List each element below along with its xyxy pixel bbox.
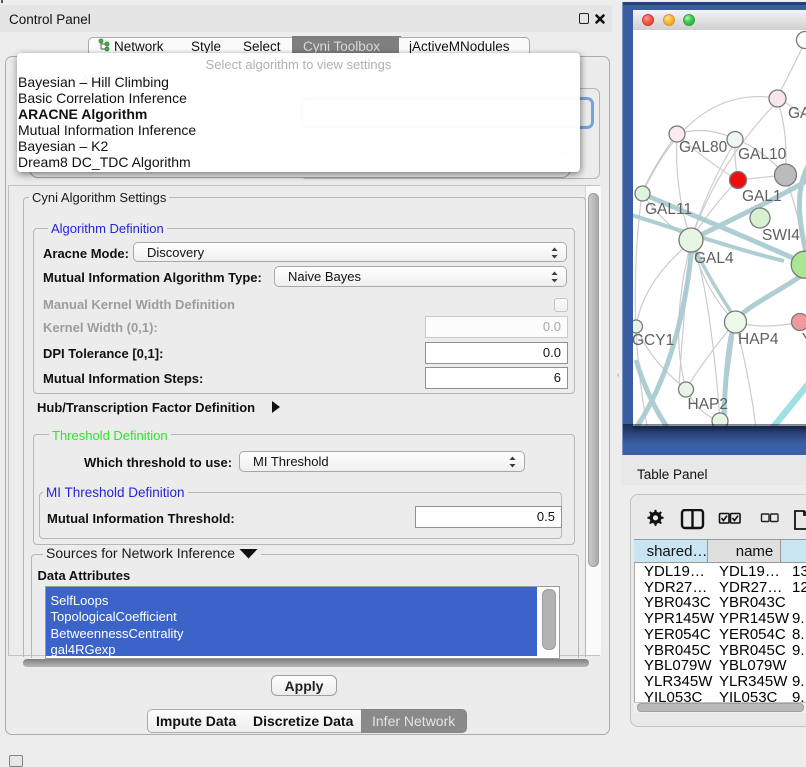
svg-text:Y: Y [802, 331, 806, 348]
svg-text:SWI4: SWI4 [762, 227, 800, 244]
svg-text:GAL4: GAL4 [694, 250, 734, 267]
svg-text:HAP2: HAP2 [688, 396, 729, 413]
svg-text:GCY1: GCY1 [633, 332, 674, 349]
svg-text:GAL10: GAL10 [738, 146, 787, 163]
svg-text:GAL11: GAL11 [645, 201, 692, 218]
svg-text:GAL1: GAL1 [742, 188, 782, 205]
svg-text:GAL7: GAL7 [788, 105, 806, 122]
svg-text:HAP4: HAP4 [738, 331, 779, 348]
svg-text:GAL80: GAL80 [679, 139, 728, 156]
